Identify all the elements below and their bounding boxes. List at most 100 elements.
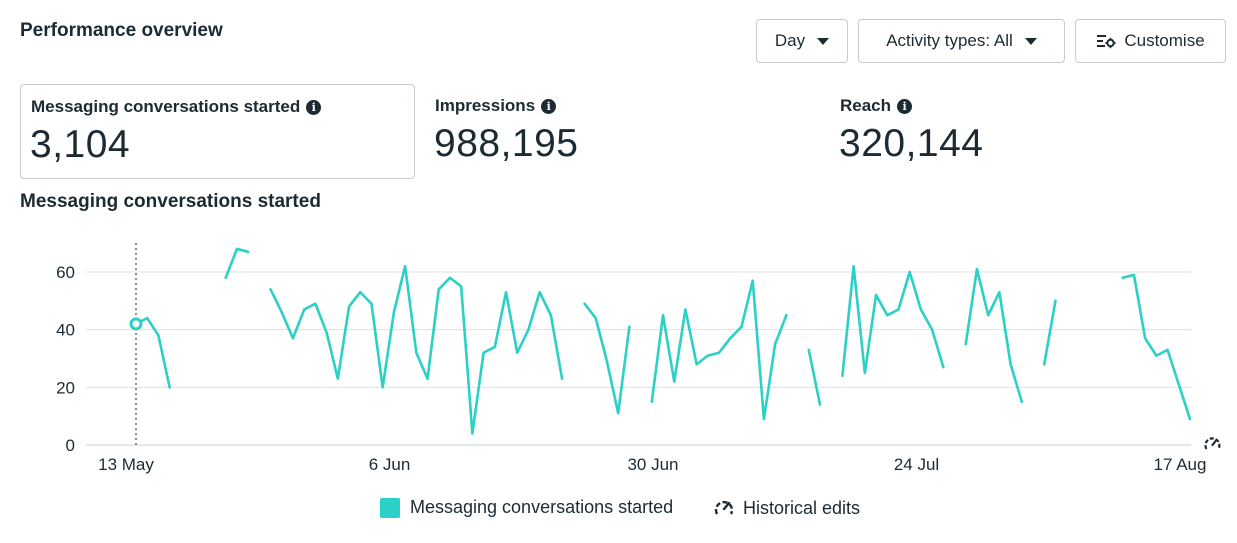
x-tick-label: 17 Aug xyxy=(1154,455,1207,474)
data-point xyxy=(683,307,687,311)
data-point xyxy=(414,351,418,355)
series-swatch xyxy=(380,497,400,518)
data-point xyxy=(975,267,979,271)
legend-edits-label: Historical edits xyxy=(743,497,861,518)
series-line xyxy=(807,348,822,406)
x-tick-label: 6 Jun xyxy=(369,455,411,474)
data-point xyxy=(269,287,273,291)
data-point xyxy=(986,313,990,317)
x-tick-label: 13 May xyxy=(98,455,154,474)
legend-item-series[interactable]: Messaging conversations started xyxy=(380,497,673,518)
data-point xyxy=(784,313,788,317)
data-point xyxy=(852,264,856,268)
data-point xyxy=(728,336,732,340)
data-point xyxy=(594,316,598,320)
data-point xyxy=(930,328,934,332)
data-point xyxy=(470,431,474,435)
series-line xyxy=(269,264,564,435)
y-tick-label: 60 xyxy=(56,263,75,282)
data-point xyxy=(168,385,172,389)
data-point xyxy=(885,313,889,317)
data-point xyxy=(313,302,317,306)
data-point xyxy=(1154,354,1158,358)
data-point xyxy=(347,305,351,309)
data-point xyxy=(919,307,923,311)
data-point xyxy=(739,325,743,329)
y-tick-label: 20 xyxy=(56,378,75,397)
data-point xyxy=(672,380,676,384)
data-point xyxy=(302,307,306,311)
series-line xyxy=(134,316,171,389)
data-point xyxy=(526,328,530,332)
data-point xyxy=(751,279,755,283)
legend-item-historical-edits[interactable]: Historical edits xyxy=(713,497,860,519)
data-point xyxy=(1020,400,1024,404)
data-point xyxy=(997,290,1001,294)
data-point xyxy=(246,250,250,254)
data-point xyxy=(840,374,844,378)
data-point xyxy=(1188,417,1192,421)
data-point xyxy=(358,290,362,294)
data-point xyxy=(1053,299,1057,303)
data-point xyxy=(695,362,699,366)
historical-edits-icon xyxy=(1204,437,1221,450)
data-point xyxy=(1166,348,1170,352)
data-point xyxy=(392,310,396,314)
data-point xyxy=(706,354,710,358)
data-point xyxy=(1132,273,1136,277)
data-point xyxy=(482,351,486,355)
data-point xyxy=(1177,382,1181,386)
data-point xyxy=(1009,362,1013,366)
data-point xyxy=(650,400,654,404)
data-point xyxy=(1143,336,1147,340)
data-point xyxy=(874,293,878,297)
x-tick-label: 30 Jun xyxy=(627,455,678,474)
data-point xyxy=(717,351,721,355)
data-point xyxy=(504,290,508,294)
data-point xyxy=(493,345,497,349)
data-point xyxy=(616,411,620,415)
data-point xyxy=(818,403,822,407)
data-point xyxy=(369,302,373,306)
series-line xyxy=(1042,299,1057,366)
historical-edits-icon xyxy=(714,501,734,515)
data-point xyxy=(280,310,284,314)
data-point xyxy=(459,284,463,288)
data-point xyxy=(863,371,867,375)
data-point xyxy=(403,264,407,268)
data-point xyxy=(896,307,900,311)
data-point xyxy=(583,302,587,306)
data-point xyxy=(538,290,542,294)
data-point xyxy=(235,247,239,251)
data-point xyxy=(448,276,452,280)
data-point xyxy=(336,377,340,381)
data-point xyxy=(964,342,968,346)
data-point xyxy=(549,313,553,317)
data-point xyxy=(762,417,766,421)
data-point xyxy=(807,348,811,352)
series-line xyxy=(583,302,631,415)
legend-series-label: Messaging conversations started xyxy=(410,497,674,517)
y-tick-label: 0 xyxy=(66,436,75,455)
data-point xyxy=(437,287,441,291)
data-point xyxy=(560,377,564,381)
series-line xyxy=(650,279,788,421)
series-line xyxy=(964,267,1024,404)
series-line xyxy=(841,264,945,378)
series-line xyxy=(1121,273,1192,421)
x-tick-label: 24 Jul xyxy=(894,455,939,474)
data-point xyxy=(1121,276,1125,280)
data-point xyxy=(224,276,228,280)
series-line xyxy=(224,247,250,280)
line-chart: 0 20 40 60 13 May 6 Jun 30 Jun 24 Jul 17 Aug xyxy=(56,243,1221,474)
data-point xyxy=(426,377,430,381)
highlight-point xyxy=(129,317,143,331)
data-point xyxy=(145,316,149,320)
y-tick-label: 40 xyxy=(56,321,75,340)
data-point xyxy=(325,331,329,335)
data-point xyxy=(661,313,665,317)
data-point xyxy=(515,351,519,355)
data-point xyxy=(773,342,777,346)
data-point xyxy=(1042,362,1046,366)
data-point xyxy=(941,365,945,369)
